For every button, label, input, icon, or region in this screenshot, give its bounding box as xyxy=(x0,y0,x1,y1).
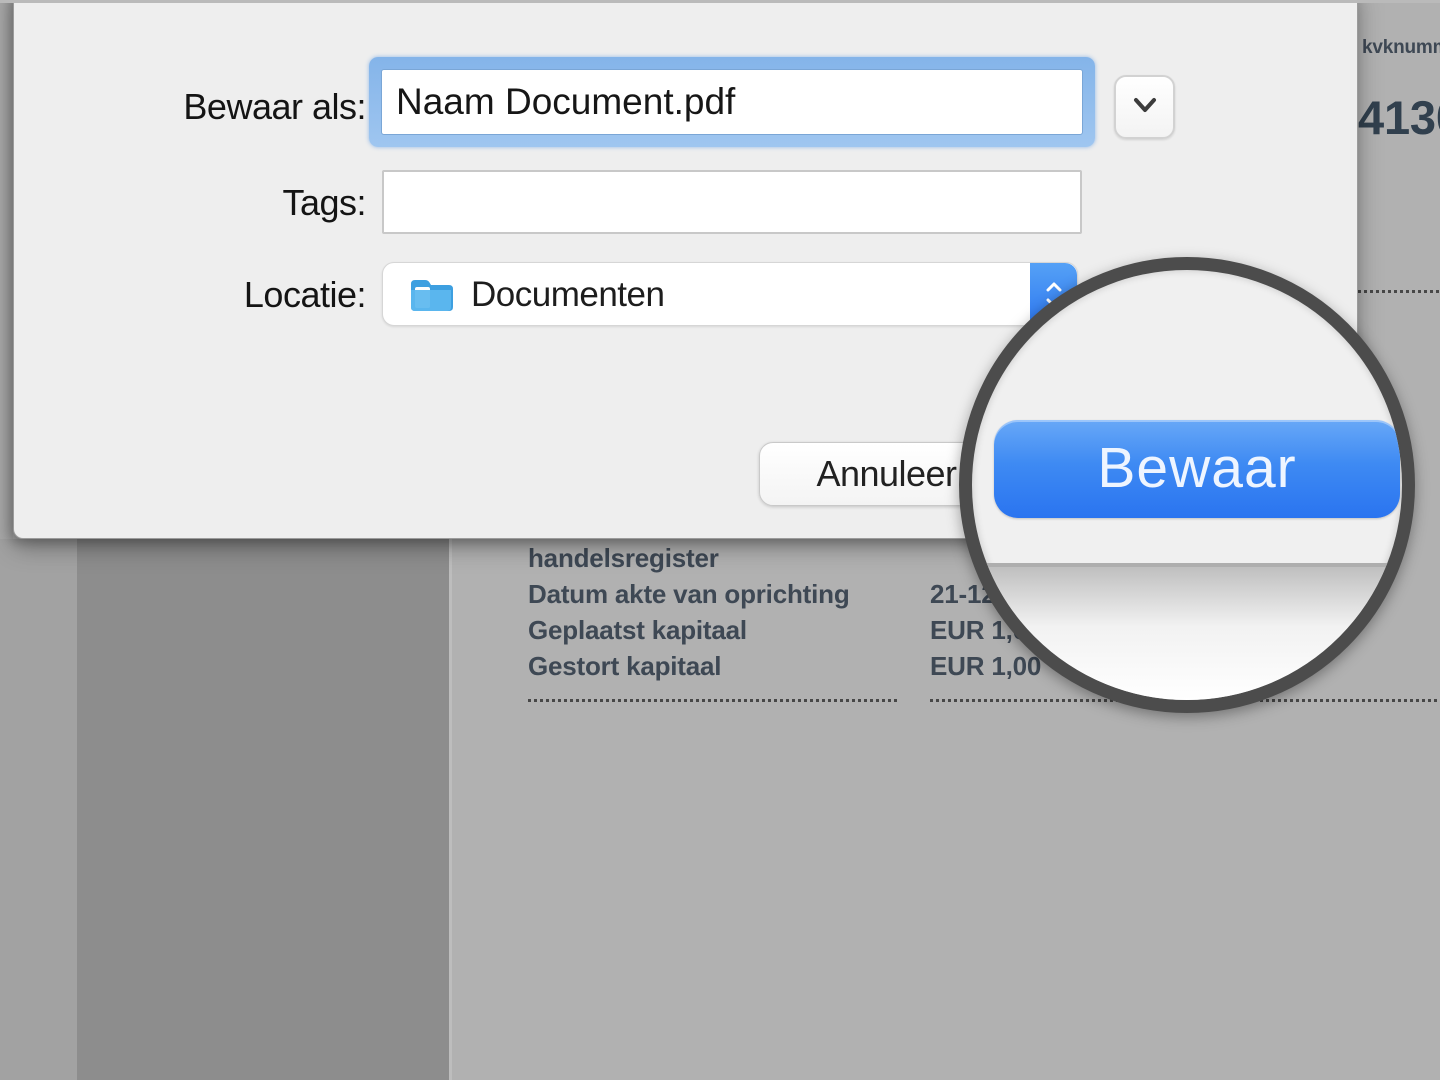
magnified-page-area xyxy=(972,567,1402,700)
kvk-number-value: 41300 xyxy=(1358,92,1440,144)
document-divider-top-right xyxy=(1358,290,1440,293)
document-divider-left xyxy=(528,699,897,702)
document-row-label: Datum akte van oprichting xyxy=(528,576,850,612)
save-button[interactable]: Bewaar xyxy=(994,420,1400,518)
chevron-up-icon xyxy=(1044,281,1064,292)
filename-field-focus-ring xyxy=(369,57,1095,147)
document-row-label: handelsregister xyxy=(528,540,850,576)
expand-dialog-button[interactable] xyxy=(1114,75,1175,139)
document-row-label: Gestort kapitaal xyxy=(528,648,850,684)
tags-input[interactable] xyxy=(382,170,1082,234)
document-label-column: handelsregister Datum akte van oprichtin… xyxy=(528,540,850,684)
folder-icon xyxy=(409,276,453,314)
document-row-label: Geplaatst kapitaal xyxy=(528,612,850,648)
chevron-down-icon xyxy=(1130,94,1160,121)
tags-label: Tags: xyxy=(14,181,366,225)
top-crop-line xyxy=(0,0,1440,3)
backdrop-left-lower-band xyxy=(0,539,77,1080)
save-as-label: Bewaar als: xyxy=(14,85,366,129)
location-label: Locatie: xyxy=(14,273,366,317)
magnifier-circle: Bewaar xyxy=(959,257,1415,713)
location-popup[interactable]: Documenten xyxy=(382,262,1078,326)
document-sidebar-column xyxy=(77,539,452,1080)
location-value: Documenten xyxy=(471,263,664,327)
filename-input[interactable] xyxy=(381,69,1083,135)
kvk-number-label: kvknummer xyxy=(1362,30,1440,66)
backdrop-left-band xyxy=(0,0,13,539)
cancel-button[interactable]: Annuleer xyxy=(759,442,986,506)
screenshot-root: handelsregister Datum akte van oprichtin… xyxy=(0,0,1440,1080)
